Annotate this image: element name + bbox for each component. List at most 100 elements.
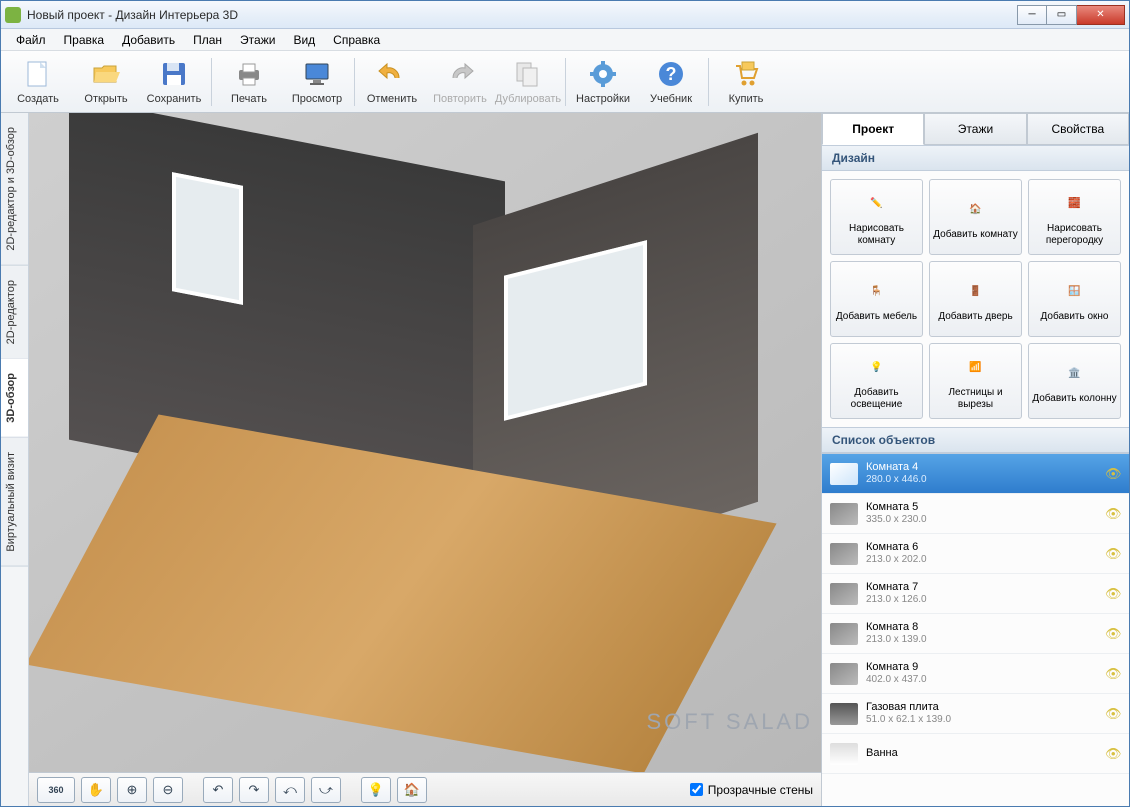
visibility-icon[interactable]: 👁 (1105, 626, 1121, 642)
nav-360-button[interactable]: 360 (37, 777, 75, 803)
minimize-button[interactable]: ─ (1017, 5, 1047, 25)
menu-add[interactable]: Добавить (113, 31, 184, 49)
side-panel: Проект Этажи Свойства Дизайн ✏️Нарисоват… (821, 113, 1129, 806)
folder-open-icon (90, 58, 122, 90)
workspace: 2D-редактор и 3D-обзор 2D-редактор 3D-об… (1, 113, 1129, 806)
add-window-button[interactable]: 🪟Добавить окно (1028, 261, 1121, 337)
vtab-3d[interactable]: 3D-обзор (1, 359, 28, 438)
visibility-icon[interactable]: 👁 (1105, 586, 1121, 602)
viewport: SOFT SALAD 360 ✋ ⊕ ⊖ ↶ ↷ ⤺ ⤻ 💡 🏠 Прозрач… (29, 113, 821, 806)
nav-rotleft-button[interactable]: ↶ (203, 777, 233, 803)
tab-project[interactable]: Проект (822, 113, 924, 145)
nav-rotright-button[interactable]: ↷ (239, 777, 269, 803)
vtab-virtual[interactable]: Виртуальный визит (1, 438, 28, 567)
settings-button[interactable]: Настройки (570, 54, 636, 110)
add-room-button[interactable]: 🏠Добавить комнату (929, 179, 1022, 255)
cart-icon (730, 58, 762, 90)
duplicate-icon (512, 58, 544, 90)
nav-tiltdown-button[interactable]: ⤻ (311, 777, 341, 803)
gear-icon (587, 58, 619, 90)
menu-plan[interactable]: План (184, 31, 231, 49)
tab-floors[interactable]: Этажи (924, 113, 1026, 145)
undo-button[interactable]: Отменить (359, 54, 425, 110)
list-item[interactable]: Ванна👁 (822, 734, 1129, 774)
nav-zoomin-button[interactable]: ⊕ (117, 777, 147, 803)
printer-icon (233, 58, 265, 90)
preview-button[interactable]: Просмотр (284, 54, 350, 110)
object-list[interactable]: Комната 4280.0 x 446.0👁 Комната 5335.0 x… (822, 453, 1129, 806)
draw-room-button[interactable]: ✏️Нарисовать комнату (830, 179, 923, 255)
open-button[interactable]: Открыть (73, 54, 139, 110)
visibility-icon[interactable]: 👁 (1105, 746, 1121, 762)
nav-home-button[interactable]: 🏠 (397, 777, 427, 803)
buy-button[interactable]: Купить (713, 54, 779, 110)
menu-edit[interactable]: Правка (55, 31, 114, 49)
help-icon: ? (655, 58, 687, 90)
list-item[interactable]: Комната 4280.0 x 446.0👁 (822, 454, 1129, 494)
nav-tiltup-button[interactable]: ⤺ (275, 777, 305, 803)
list-item[interactable]: Комната 9402.0 x 437.0👁 (822, 654, 1129, 694)
add-door-button[interactable]: 🚪Добавить дверь (929, 261, 1022, 337)
panel-tabs: Проект Этажи Свойства (822, 113, 1129, 145)
box-icon (830, 583, 858, 605)
visibility-icon[interactable]: 👁 (1105, 666, 1121, 682)
duplicate-button[interactable]: Дублировать (495, 54, 561, 110)
list-item[interactable]: Комната 6213.0 x 202.0👁 (822, 534, 1129, 574)
print-button[interactable]: Печать (216, 54, 282, 110)
save-button[interactable]: Сохранить (141, 54, 207, 110)
menu-help[interactable]: Справка (324, 31, 389, 49)
stairs-button[interactable]: 📶Лестницы и вырезы (929, 343, 1022, 419)
nav-toolbar: 360 ✋ ⊕ ⊖ ↶ ↷ ⤺ ⤻ 💡 🏠 Прозрачные стены (29, 772, 821, 806)
toolbar: Создать Открыть Сохранить Печать Просмот… (1, 51, 1129, 113)
monitor-icon (301, 58, 333, 90)
menu-floors[interactable]: Этажи (231, 31, 284, 49)
box-icon (830, 623, 858, 645)
visibility-icon[interactable]: 👁 (1105, 706, 1121, 722)
menu-view[interactable]: Вид (284, 31, 324, 49)
design-grid: ✏️Нарисовать комнату 🏠Добавить комнату 🧱… (822, 171, 1129, 427)
transparent-walls-checkbox[interactable]: Прозрачные стены (690, 783, 813, 797)
app-window: Новый проект - Дизайн Интерьера 3D ─ ▭ ✕… (0, 0, 1130, 807)
visibility-icon[interactable]: 👁 (1105, 466, 1121, 482)
window-icon: 🪟 (1059, 276, 1091, 308)
floppy-icon (158, 58, 190, 90)
tab-properties[interactable]: Свойства (1027, 113, 1129, 145)
3d-canvas[interactable]: SOFT SALAD (29, 113, 821, 772)
transparent-walls-input[interactable] (690, 783, 703, 796)
undo-icon (376, 58, 408, 90)
tutorial-button[interactable]: ?Учебник (638, 54, 704, 110)
list-item[interactable]: Газовая плита51.0 x 62.1 x 139.0👁 (822, 694, 1129, 734)
menu-file[interactable]: Файл (7, 31, 55, 49)
box-icon (830, 463, 858, 485)
add-furniture-button[interactable]: 🪑Добавить мебель (830, 261, 923, 337)
vtab-2d[interactable]: 2D-редактор (1, 266, 28, 359)
list-item[interactable]: Комната 8213.0 x 139.0👁 (822, 614, 1129, 654)
list-item[interactable]: Комната 5335.0 x 230.0👁 (822, 494, 1129, 534)
nav-zoomout-button[interactable]: ⊖ (153, 777, 183, 803)
app-icon (5, 7, 21, 23)
box-icon (830, 663, 858, 685)
close-button[interactable]: ✕ (1077, 5, 1125, 25)
svg-text:?: ? (666, 64, 677, 84)
create-button[interactable]: Создать (5, 54, 71, 110)
visibility-icon[interactable]: 👁 (1105, 546, 1121, 562)
view-tabs: 2D-редактор и 3D-обзор 2D-редактор 3D-об… (1, 113, 29, 806)
add-column-button[interactable]: 🏛️Добавить колонну (1028, 343, 1121, 419)
stairs-icon: 📶 (960, 352, 992, 384)
column-icon: 🏛️ (1059, 358, 1091, 390)
maximize-button[interactable]: ▭ (1047, 5, 1077, 25)
redo-button[interactable]: Повторить (427, 54, 493, 110)
box-icon (830, 543, 858, 565)
door-icon: 🚪 (960, 276, 992, 308)
add-lighting-button[interactable]: 💡Добавить освещение (830, 343, 923, 419)
nav-light-button[interactable]: 💡 (361, 777, 391, 803)
brick-icon: 🧱 (1059, 188, 1091, 220)
visibility-icon[interactable]: 👁 (1105, 506, 1121, 522)
titlebar: Новый проект - Дизайн Интерьера 3D ─ ▭ ✕ (1, 1, 1129, 29)
draw-partition-button[interactable]: 🧱Нарисовать перегородку (1028, 179, 1121, 255)
objects-section-header: Список объектов (822, 427, 1129, 453)
nav-pan-button[interactable]: ✋ (81, 777, 111, 803)
vtab-2d3d[interactable]: 2D-редактор и 3D-обзор (1, 113, 28, 266)
list-item[interactable]: Комната 7213.0 x 126.0👁 (822, 574, 1129, 614)
bulb-icon: 💡 (861, 352, 893, 384)
